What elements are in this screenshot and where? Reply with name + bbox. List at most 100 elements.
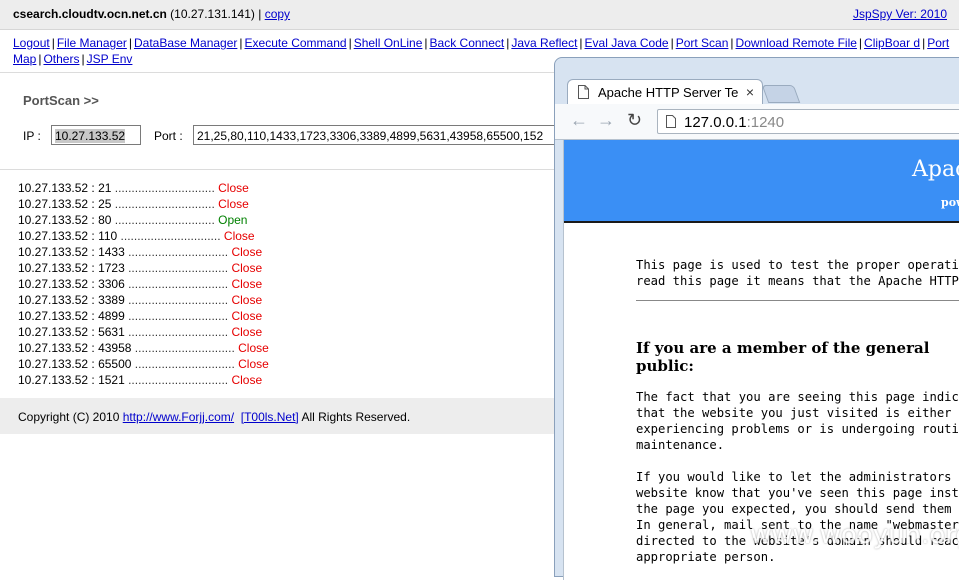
- result-row: 10.27.133.52 : 1433 ....................…: [18, 244, 269, 260]
- menu-separator: |: [922, 36, 926, 50]
- result-status: Close: [238, 341, 269, 355]
- port-input[interactable]: 21,25,80,110,1433,1723,3306,3389,4899,56…: [193, 125, 563, 145]
- menu-clipboard[interactable]: ClipBoar d: [864, 36, 920, 50]
- result-row: 10.27.133.52 : 3306 ....................…: [18, 276, 269, 292]
- result-row: 10.27.133.52 : 1723 ....................…: [18, 260, 269, 276]
- result-target: 10.27.133.52 : 25: [18, 197, 112, 211]
- paragraph-admin: If you would like to let the administrat…: [636, 470, 959, 564]
- result-row: 10.27.133.52 : 80 ......................…: [18, 212, 269, 228]
- result-target: 10.27.133.52 : 3389: [18, 293, 125, 307]
- browser-tab[interactable]: Apache HTTP Server Te ×: [567, 79, 763, 105]
- result-row: 10.27.133.52 : 4899 ....................…: [18, 308, 269, 324]
- result-status: Close: [231, 277, 263, 291]
- ip-input[interactable]: 10.27.133.52: [51, 125, 141, 145]
- portscan-title: PortScan >>: [23, 93, 99, 108]
- horizontal-rule: [636, 300, 959, 301]
- menu-shell-online[interactable]: Shell OnLine: [354, 36, 423, 50]
- result-dots: ..............................: [111, 213, 215, 227]
- result-dots: ..............................: [124, 309, 229, 323]
- menu-logout[interactable]: Logout: [13, 36, 50, 50]
- result-row: 10.27.133.52 : 110 .....................…: [18, 228, 269, 244]
- result-dots: ..............................: [131, 357, 235, 371]
- result-target: 10.27.133.52 : 1433: [18, 245, 125, 259]
- menu-eval-java-code[interactable]: Eval Java Code: [585, 36, 669, 50]
- back-arrow-icon[interactable]: ←: [570, 110, 588, 131]
- menu-download-remote-file[interactable]: Download Remote File: [736, 36, 857, 50]
- copy-link[interactable]: copy: [265, 7, 290, 21]
- forjj-link[interactable]: http://www.Forjj.com/: [123, 410, 234, 424]
- menu-java-reflect[interactable]: Java Reflect: [511, 36, 577, 50]
- host-ip: (10.27.131.141) |: [166, 7, 265, 21]
- scan-results: 10.27.133.52 : 21 ......................…: [18, 180, 269, 388]
- menu-separator: |: [348, 36, 352, 50]
- menu-separator: |: [858, 36, 863, 50]
- menu-separator: |: [239, 36, 243, 50]
- menu-separator: |: [730, 36, 734, 50]
- menu-others[interactable]: Others: [43, 52, 79, 66]
- result-status: Close: [218, 197, 249, 211]
- banner-subtitle: pow: [941, 196, 959, 209]
- menu-separator: |: [506, 36, 510, 50]
- result-dots: ..............................: [124, 277, 229, 291]
- close-icon[interactable]: ×: [746, 84, 754, 100]
- result-dots: ..............................: [124, 373, 229, 387]
- menu-execute-command[interactable]: Execute Command: [245, 36, 347, 50]
- t00ls-link[interactable]: [T00ls.Net]: [241, 410, 299, 424]
- menu-file-manager[interactable]: File Manager: [57, 36, 127, 50]
- result-row: 10.27.133.52 : 1521 ....................…: [18, 372, 269, 388]
- menu-separator: |: [579, 36, 583, 50]
- tab-title: Apache HTTP Server Te: [598, 85, 738, 100]
- menu-database-manager[interactable]: DataBase Manager: [134, 36, 237, 50]
- host-name: csearch.cloudtv.ocn.net.cn: [13, 7, 167, 21]
- banner-title: Apac: [912, 157, 959, 182]
- result-dots: ..............................: [117, 229, 221, 243]
- copyright-text: Copyright (C) 2010 http://www.Forjj.com/…: [18, 410, 410, 424]
- result-target: 10.27.133.52 : 1521: [18, 373, 125, 387]
- result-target: 10.27.133.52 : 80: [18, 213, 112, 227]
- result-target: 10.27.133.52 : 1723: [18, 261, 125, 275]
- menu-port-scan[interactable]: Port Scan: [676, 36, 729, 50]
- ip-label: IP :: [23, 129, 41, 143]
- result-target: 10.27.133.52 : 21: [18, 181, 112, 195]
- menu-separator: |: [424, 36, 428, 50]
- menu-jsp-env[interactable]: JSP Env: [87, 52, 133, 66]
- host-info: csearch.cloudtv.ocn.net.cn (10.27.131.14…: [13, 7, 290, 21]
- result-row: 10.27.133.52 : 43958 ...................…: [18, 340, 269, 356]
- rights-text: All Rights Reserved.: [298, 410, 411, 424]
- result-row: 10.27.133.52 : 3389 ....................…: [18, 292, 269, 308]
- menu-separator: |: [81, 52, 85, 66]
- version-link[interactable]: JspSpy Ver: 2010: [853, 7, 947, 21]
- result-target: 10.27.133.52 : 110: [18, 229, 118, 243]
- result-row: 10.27.133.52 : 21 ......................…: [18, 180, 269, 196]
- browser-window: Apache HTTP Server Te × ← → ↻ 127.0.0.1:…: [554, 57, 959, 580]
- apache-banner: Apac pow: [564, 140, 959, 223]
- section-heading: If you are a member of the general publi…: [636, 339, 930, 375]
- menu-back-connect[interactable]: Back Connect: [430, 36, 505, 50]
- result-status: Close: [223, 229, 255, 243]
- menu-separator: |: [38, 52, 42, 66]
- result-status: Open: [218, 213, 248, 227]
- menu-separator: |: [128, 36, 132, 50]
- menu-separator: |: [51, 36, 55, 50]
- result-status: Close: [238, 357, 269, 371]
- url-text: 127.0.0.1:1240: [684, 114, 784, 131]
- ip-input-value: 10.27.133.52: [55, 129, 126, 143]
- reload-icon[interactable]: ↻: [627, 110, 642, 131]
- result-dots: ..............................: [124, 261, 229, 275]
- result-dots: ..............................: [111, 197, 215, 211]
- paragraph-fact: The fact that you are seeing this page i…: [636, 390, 959, 452]
- result-dots: ..............................: [131, 341, 235, 355]
- menu-separator: |: [670, 36, 674, 50]
- port-label: Port :: [154, 129, 183, 143]
- page-content: Apac pow This page is used to test the p…: [563, 140, 959, 580]
- result-dots: ..............................: [111, 181, 215, 195]
- address-bar[interactable]: 127.0.0.1:1240: [657, 109, 959, 134]
- forward-arrow-icon[interactable]: →: [597, 110, 615, 131]
- result-status: Close: [231, 245, 263, 259]
- url-port: :1240: [746, 114, 785, 131]
- new-tab-button[interactable]: [761, 85, 801, 103]
- page-icon: [578, 85, 589, 99]
- top-bar: csearch.cloudtv.ocn.net.cn (10.27.131.14…: [0, 0, 959, 30]
- result-target: 10.27.133.52 : 43958: [18, 341, 132, 355]
- result-row: 10.27.133.52 : 5631 ....................…: [18, 324, 269, 340]
